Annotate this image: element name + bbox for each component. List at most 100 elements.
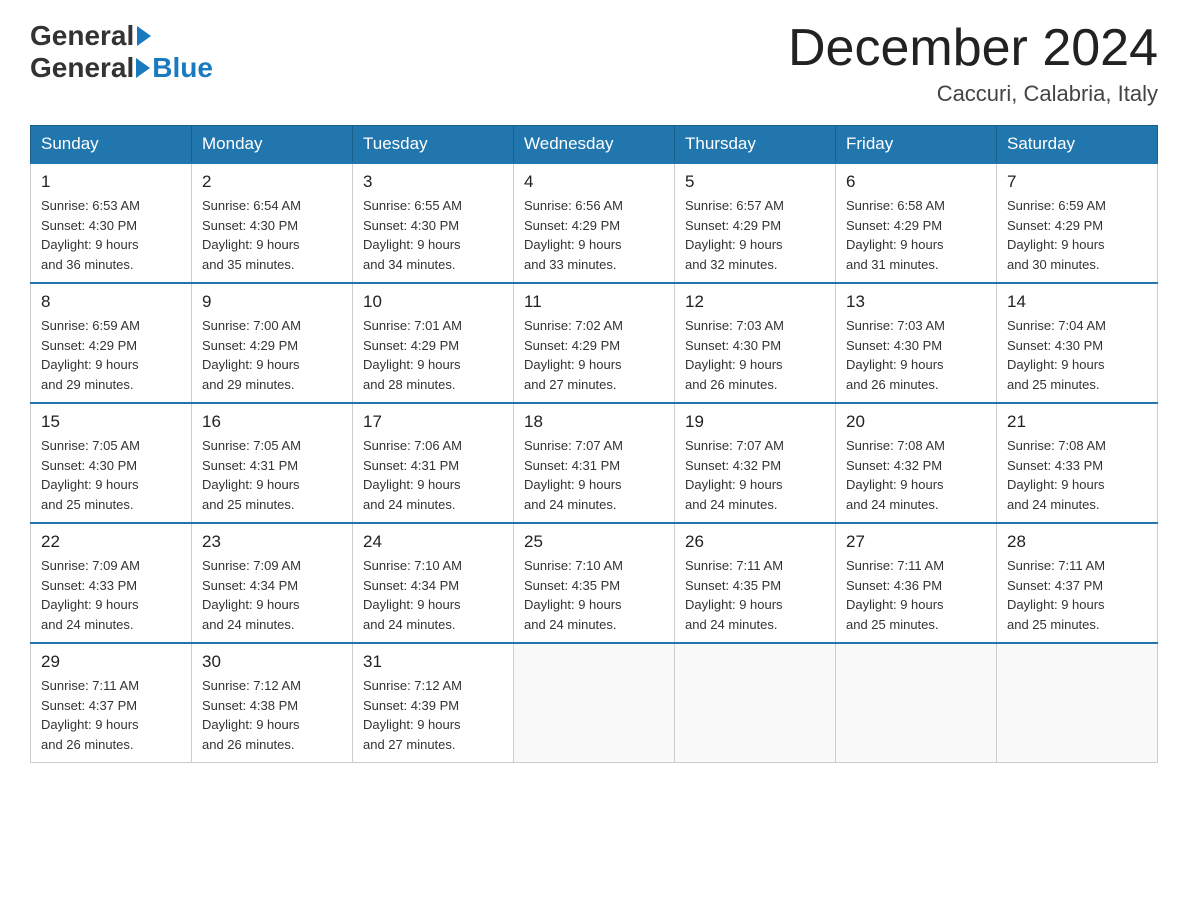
day-info: Sunrise: 7:07 AM Sunset: 4:31 PM Dayligh…: [524, 436, 664, 514]
day-number: 31: [363, 652, 503, 672]
day-info: Sunrise: 7:03 AM Sunset: 4:30 PM Dayligh…: [685, 316, 825, 394]
calendar-day-cell: 26 Sunrise: 7:11 AM Sunset: 4:35 PM Dayli…: [675, 523, 836, 643]
day-number: 21: [1007, 412, 1147, 432]
calendar-day-cell: 18 Sunrise: 7:07 AM Sunset: 4:31 PM Dayli…: [514, 403, 675, 523]
logo-general-text2: General: [30, 52, 134, 84]
day-number: 11: [524, 292, 664, 312]
day-info: Sunrise: 7:02 AM Sunset: 4:29 PM Dayligh…: [524, 316, 664, 394]
calendar-day-cell: 27 Sunrise: 7:11 AM Sunset: 4:36 PM Dayli…: [836, 523, 997, 643]
day-info: Sunrise: 6:56 AM Sunset: 4:29 PM Dayligh…: [524, 196, 664, 274]
day-info: Sunrise: 7:11 AM Sunset: 4:37 PM Dayligh…: [1007, 556, 1147, 634]
col-header-sunday: Sunday: [31, 126, 192, 164]
calendar-day-cell: 24 Sunrise: 7:10 AM Sunset: 4:34 PM Dayli…: [353, 523, 514, 643]
day-number: 10: [363, 292, 503, 312]
day-info: Sunrise: 7:08 AM Sunset: 4:33 PM Dayligh…: [1007, 436, 1147, 514]
calendar-day-cell: 9 Sunrise: 7:00 AM Sunset: 4:29 PM Daylig…: [192, 283, 353, 403]
calendar-day-cell: [514, 643, 675, 763]
day-number: 12: [685, 292, 825, 312]
calendar-day-cell: 10 Sunrise: 7:01 AM Sunset: 4:29 PM Dayli…: [353, 283, 514, 403]
col-header-monday: Monday: [192, 126, 353, 164]
day-number: 24: [363, 532, 503, 552]
calendar-day-cell: 6 Sunrise: 6:58 AM Sunset: 4:29 PM Daylig…: [836, 163, 997, 283]
day-number: 22: [41, 532, 181, 552]
calendar-day-cell: 22 Sunrise: 7:09 AM Sunset: 4:33 PM Dayli…: [31, 523, 192, 643]
day-number: 14: [1007, 292, 1147, 312]
day-number: 16: [202, 412, 342, 432]
col-header-friday: Friday: [836, 126, 997, 164]
calendar-day-cell: 25 Sunrise: 7:10 AM Sunset: 4:35 PM Dayli…: [514, 523, 675, 643]
calendar-day-cell: [997, 643, 1158, 763]
calendar-table: SundayMondayTuesdayWednesdayThursdayFrid…: [30, 125, 1158, 763]
calendar-day-cell: 20 Sunrise: 7:08 AM Sunset: 4:32 PM Dayli…: [836, 403, 997, 523]
day-number: 26: [685, 532, 825, 552]
day-info: Sunrise: 7:09 AM Sunset: 4:33 PM Dayligh…: [41, 556, 181, 634]
day-number: 3: [363, 172, 503, 192]
day-number: 13: [846, 292, 986, 312]
day-info: Sunrise: 7:12 AM Sunset: 4:38 PM Dayligh…: [202, 676, 342, 754]
day-number: 5: [685, 172, 825, 192]
day-number: 28: [1007, 532, 1147, 552]
calendar-day-cell: 30 Sunrise: 7:12 AM Sunset: 4:38 PM Dayli…: [192, 643, 353, 763]
day-info: Sunrise: 6:55 AM Sunset: 4:30 PM Dayligh…: [363, 196, 503, 274]
day-number: 20: [846, 412, 986, 432]
day-info: Sunrise: 7:00 AM Sunset: 4:29 PM Dayligh…: [202, 316, 342, 394]
calendar-day-cell: 28 Sunrise: 7:11 AM Sunset: 4:37 PM Dayli…: [997, 523, 1158, 643]
day-number: 15: [41, 412, 181, 432]
day-number: 27: [846, 532, 986, 552]
day-info: Sunrise: 7:08 AM Sunset: 4:32 PM Dayligh…: [846, 436, 986, 514]
day-info: Sunrise: 6:59 AM Sunset: 4:29 PM Dayligh…: [1007, 196, 1147, 274]
calendar-day-cell: 14 Sunrise: 7:04 AM Sunset: 4:30 PM Dayli…: [997, 283, 1158, 403]
calendar-day-cell: 19Sunrise: 7:07 AM Sunset: 4:32 PM Dayli…: [675, 403, 836, 523]
day-info: Sunrise: 7:05 AM Sunset: 4:30 PM Dayligh…: [41, 436, 181, 514]
calendar-day-cell: [675, 643, 836, 763]
day-info: Sunrise: 7:05 AM Sunset: 4:31 PM Dayligh…: [202, 436, 342, 514]
day-info: Sunrise: 7:09 AM Sunset: 4:34 PM Dayligh…: [202, 556, 342, 634]
day-number: 18: [524, 412, 664, 432]
day-info: Sunrise: 7:11 AM Sunset: 4:37 PM Dayligh…: [41, 676, 181, 754]
day-number: 29: [41, 652, 181, 672]
logo-general-text: General: [30, 20, 134, 52]
calendar-day-cell: 1Sunrise: 6:53 AM Sunset: 4:30 PM Daylig…: [31, 163, 192, 283]
calendar-day-cell: 5 Sunrise: 6:57 AM Sunset: 4:29 PM Daylig…: [675, 163, 836, 283]
calendar-day-cell: 29 Sunrise: 7:11 AM Sunset: 4:37 PM Dayli…: [31, 643, 192, 763]
day-info: Sunrise: 7:10 AM Sunset: 4:34 PM Dayligh…: [363, 556, 503, 634]
calendar-day-cell: 3 Sunrise: 6:55 AM Sunset: 4:30 PM Daylig…: [353, 163, 514, 283]
calendar-day-cell: 2Sunrise: 6:54 AM Sunset: 4:30 PM Daylig…: [192, 163, 353, 283]
day-number: 4: [524, 172, 664, 192]
day-info: Sunrise: 7:01 AM Sunset: 4:29 PM Dayligh…: [363, 316, 503, 394]
calendar-day-cell: 21 Sunrise: 7:08 AM Sunset: 4:33 PM Dayli…: [997, 403, 1158, 523]
day-info: Sunrise: 7:11 AM Sunset: 4:35 PM Dayligh…: [685, 556, 825, 634]
calendar-day-cell: 12 Sunrise: 7:03 AM Sunset: 4:30 PM Dayli…: [675, 283, 836, 403]
day-info: Sunrise: 7:10 AM Sunset: 4:35 PM Dayligh…: [524, 556, 664, 634]
calendar-week-row: 29 Sunrise: 7:11 AM Sunset: 4:37 PM Dayli…: [31, 643, 1158, 763]
day-info: Sunrise: 7:03 AM Sunset: 4:30 PM Dayligh…: [846, 316, 986, 394]
day-number: 17: [363, 412, 503, 432]
calendar-day-cell: [836, 643, 997, 763]
day-info: Sunrise: 6:57 AM Sunset: 4:29 PM Dayligh…: [685, 196, 825, 274]
day-number: 2: [202, 172, 342, 192]
day-info: Sunrise: 7:04 AM Sunset: 4:30 PM Dayligh…: [1007, 316, 1147, 394]
calendar-week-row: 8Sunrise: 6:59 AM Sunset: 4:29 PM Daylig…: [31, 283, 1158, 403]
day-info: Sunrise: 7:06 AM Sunset: 4:31 PM Dayligh…: [363, 436, 503, 514]
calendar-title: December 2024: [788, 20, 1158, 77]
calendar-week-row: 22 Sunrise: 7:09 AM Sunset: 4:33 PM Dayli…: [31, 523, 1158, 643]
col-header-saturday: Saturday: [997, 126, 1158, 164]
logo-blue-text: Blue: [152, 52, 213, 84]
day-info: Sunrise: 6:58 AM Sunset: 4:29 PM Dayligh…: [846, 196, 986, 274]
calendar-week-row: 15 Sunrise: 7:05 AM Sunset: 4:30 PM Dayli…: [31, 403, 1158, 523]
day-info: Sunrise: 7:11 AM Sunset: 4:36 PM Dayligh…: [846, 556, 986, 634]
day-number: 7: [1007, 172, 1147, 192]
calendar-day-cell: 17 Sunrise: 7:06 AM Sunset: 4:31 PM Dayli…: [353, 403, 514, 523]
day-info: Sunrise: 6:53 AM Sunset: 4:30 PM Dayligh…: [41, 196, 181, 274]
calendar-day-cell: 23 Sunrise: 7:09 AM Sunset: 4:34 PM Dayli…: [192, 523, 353, 643]
calendar-week-row: 1Sunrise: 6:53 AM Sunset: 4:30 PM Daylig…: [31, 163, 1158, 283]
logo-arrow-icon: [136, 58, 150, 78]
calendar-day-cell: 7 Sunrise: 6:59 AM Sunset: 4:29 PM Daylig…: [997, 163, 1158, 283]
calendar-day-cell: 11 Sunrise: 7:02 AM Sunset: 4:29 PM Dayli…: [514, 283, 675, 403]
day-number: 23: [202, 532, 342, 552]
day-number: 6: [846, 172, 986, 192]
calendar-day-cell: 31Sunrise: 7:12 AM Sunset: 4:39 PM Dayli…: [353, 643, 514, 763]
day-number: 30: [202, 652, 342, 672]
day-number: 9: [202, 292, 342, 312]
day-number: 25: [524, 532, 664, 552]
